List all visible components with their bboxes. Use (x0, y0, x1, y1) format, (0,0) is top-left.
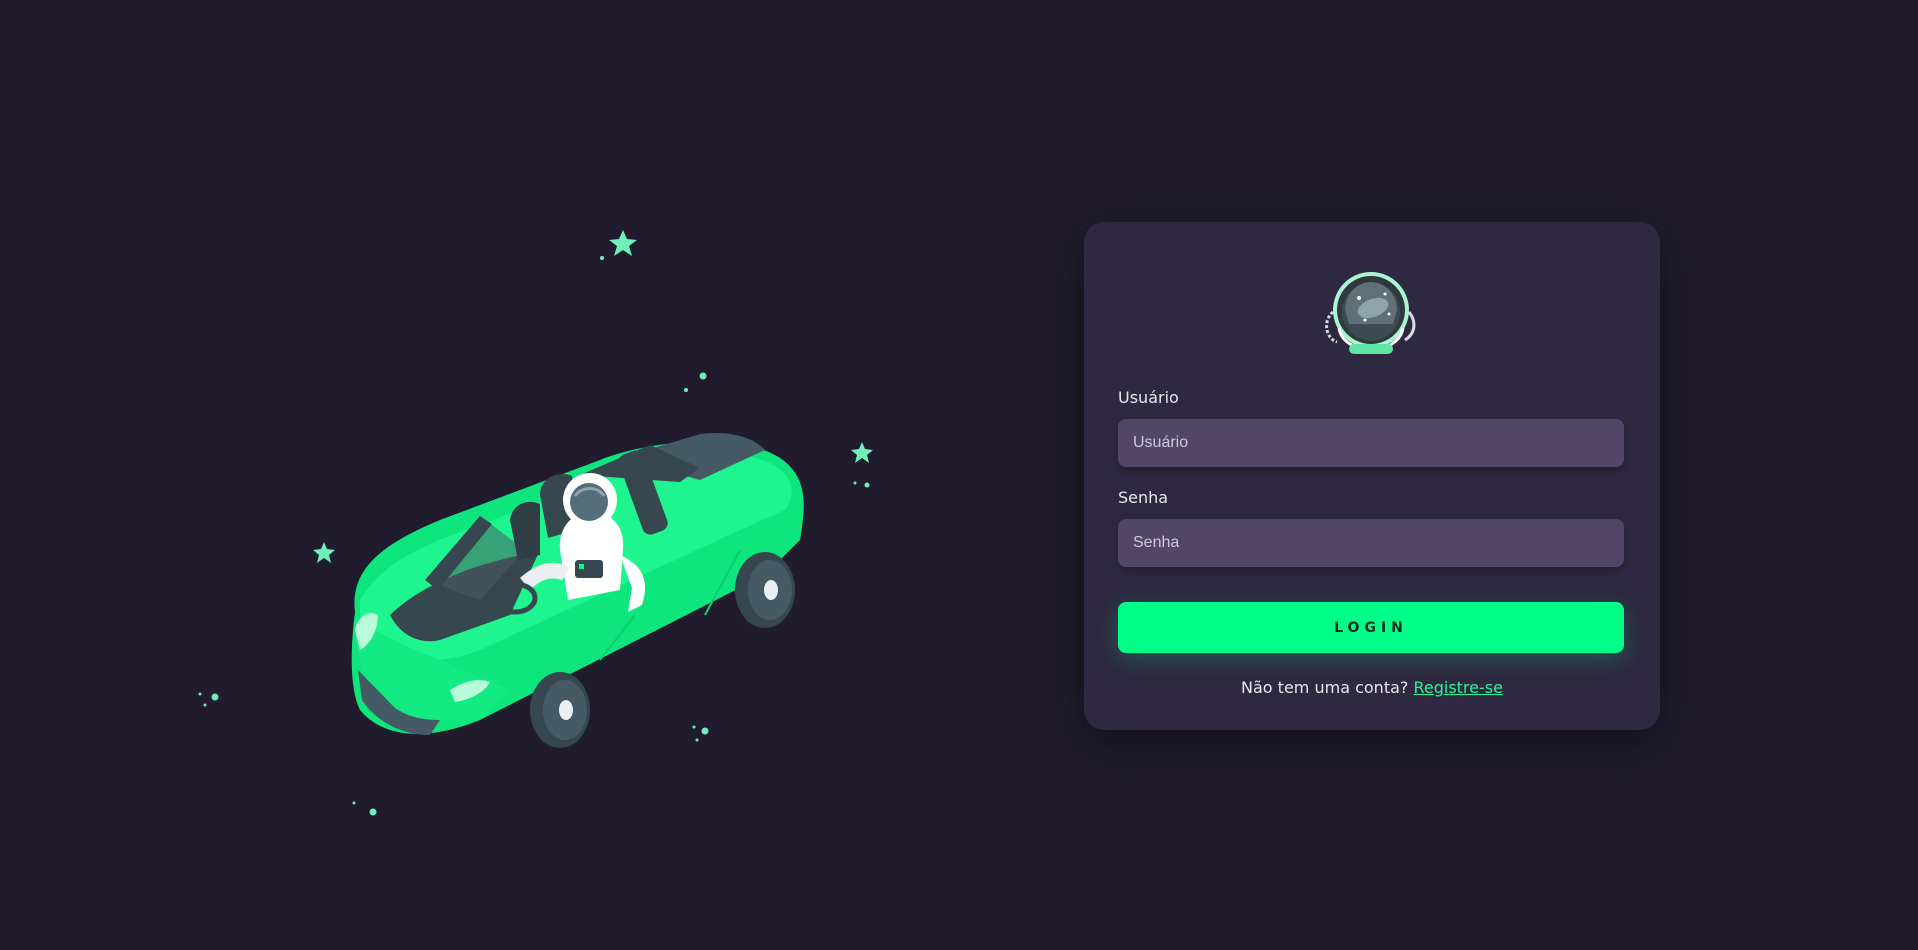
astronaut-car-illustration (180, 220, 900, 840)
login-page: Usuário Senha LOGIN Não tem uma conta? R… (0, 0, 1918, 950)
password-input[interactable] (1118, 519, 1624, 567)
star-icon (609, 230, 637, 256)
login-card: Usuário Senha LOGIN Não tem uma conta? R… (1084, 222, 1660, 730)
login-button[interactable]: LOGIN (1118, 602, 1624, 653)
star-icon (313, 542, 335, 563)
register-line: Não tem uma conta? Registre-se (1084, 678, 1660, 697)
star-icon (851, 442, 873, 463)
username-label: Usuário (1118, 388, 1179, 407)
astronaut-helmet-icon (1319, 262, 1423, 362)
username-input[interactable] (1118, 419, 1624, 467)
register-prompt: Não tem uma conta? (1241, 678, 1414, 697)
password-label: Senha (1118, 488, 1169, 507)
register-link[interactable]: Registre-se (1413, 678, 1502, 697)
